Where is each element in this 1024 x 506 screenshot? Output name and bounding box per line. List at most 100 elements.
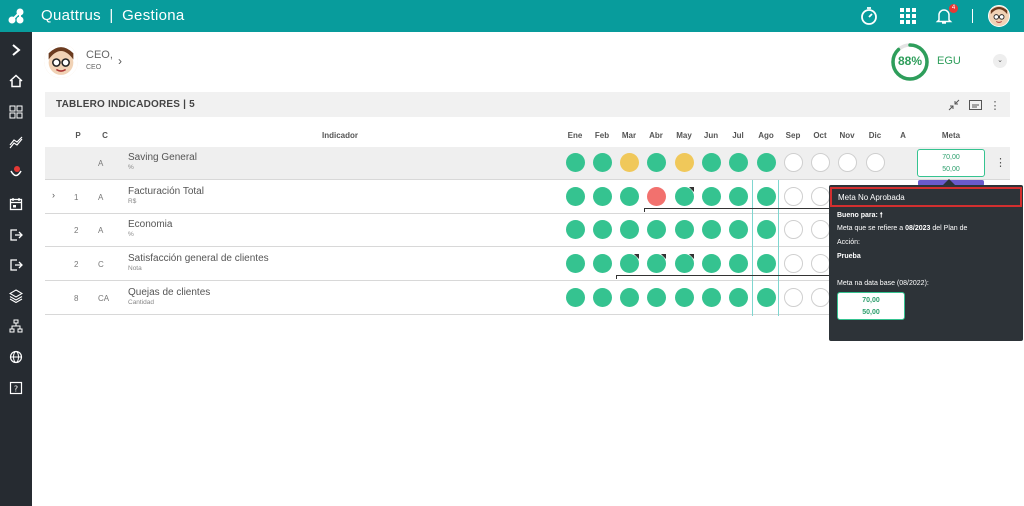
- status-dot-jun[interactable]: [701, 187, 721, 206]
- status-dot-may[interactable]: [674, 220, 694, 239]
- help-icon[interactable]: ?: [8, 380, 24, 396]
- status-dot-ago[interactable]: [756, 187, 776, 206]
- status-dot-abr[interactable]: [646, 153, 666, 172]
- quattrus-logo[interactable]: [0, 0, 32, 32]
- user-name: CEO,: [86, 49, 113, 61]
- col-header-p: P: [75, 131, 81, 140]
- more-options-icon[interactable]: ⋮: [988, 98, 1002, 112]
- status-dot-jun[interactable]: [701, 220, 721, 239]
- notifications-bell-icon[interactable]: 4: [933, 4, 958, 27]
- status-dot-nov[interactable]: [837, 153, 857, 172]
- home-icon[interactable]: [8, 73, 24, 89]
- status-dot-ago[interactable]: [756, 288, 776, 307]
- chevron-down-icon[interactable]: ⌄: [993, 54, 1007, 68]
- status-dot-feb[interactable]: [592, 220, 612, 239]
- status-dot-feb[interactable]: [592, 187, 612, 206]
- status-dot-oct[interactable]: [810, 187, 830, 206]
- status-dot-may[interactable]: [674, 187, 694, 206]
- dashboard-icon[interactable]: [8, 104, 24, 120]
- status-dot-ago[interactable]: [756, 220, 776, 239]
- row-more-options-icon[interactable]: ⋮: [995, 156, 1006, 169]
- status-dot-may[interactable]: [674, 288, 694, 307]
- db-meta-top: 70,00: [862, 297, 880, 304]
- status-dot-jul[interactable]: [728, 288, 748, 307]
- status-dot-feb[interactable]: [592, 288, 612, 307]
- row-c: A: [98, 159, 104, 168]
- status-dot-oct[interactable]: [810, 220, 830, 239]
- status-dot-may[interactable]: [674, 153, 694, 172]
- module-name: Gestiona: [122, 7, 185, 24]
- meta-value-box[interactable]: 70,00 50,00: [917, 149, 985, 177]
- exit-icon[interactable]: [8, 227, 24, 243]
- status-dot-abr[interactable]: [646, 254, 666, 273]
- status-dot-ene[interactable]: [565, 153, 585, 172]
- status-dot-sep[interactable]: [783, 254, 803, 273]
- layers-icon[interactable]: [8, 288, 24, 304]
- trend-icon[interactable]: [8, 135, 24, 151]
- status-dot-sep[interactable]: [783, 288, 803, 307]
- expand-chevron-icon[interactable]: [8, 42, 24, 58]
- status-dot-ago[interactable]: [756, 254, 776, 273]
- status-dot-sep[interactable]: [783, 153, 803, 172]
- row-p: 1: [74, 193, 79, 202]
- stopwatch-icon[interactable]: [858, 5, 880, 27]
- subtitles-icon[interactable]: [968, 98, 982, 112]
- indicator-name[interactable]: Facturación Total: [128, 186, 204, 197]
- tooltip-arrow: [943, 179, 955, 185]
- status-dot-sep[interactable]: [783, 220, 803, 239]
- status-dot-mar[interactable]: [619, 220, 639, 239]
- status-dot-jun[interactable]: [701, 254, 721, 273]
- export-icon[interactable]: [8, 257, 24, 273]
- status-dot-jul[interactable]: [728, 187, 748, 206]
- status-dot-jul[interactable]: [728, 254, 748, 273]
- status-dot-jul[interactable]: [728, 220, 748, 239]
- status-dot-jul[interactable]: [728, 153, 748, 172]
- status-dot-abr[interactable]: [646, 220, 666, 239]
- alert-icon[interactable]: [8, 165, 24, 181]
- status-dot-ago[interactable]: [756, 153, 776, 172]
- status-dot-mar[interactable]: [619, 288, 639, 307]
- chevron-right-icon[interactable]: ›: [118, 54, 122, 68]
- indicator-name[interactable]: Quejas de clientes: [128, 287, 210, 298]
- status-dot-ene[interactable]: [565, 187, 585, 206]
- status-dot-jun[interactable]: [701, 288, 721, 307]
- status-dot-ene[interactable]: [565, 254, 585, 273]
- refers-period: 08/2023: [905, 225, 931, 232]
- row-p: 8: [74, 294, 79, 303]
- status-dot-mar[interactable]: [619, 254, 639, 273]
- status-dot-ene[interactable]: [565, 288, 585, 307]
- status-dot-oct[interactable]: [810, 153, 830, 172]
- indicator-unit: Cantidad: [128, 299, 155, 306]
- status-dot-abr[interactable]: [646, 187, 666, 206]
- status-dot-oct[interactable]: [810, 254, 830, 273]
- title-separator: |: [109, 7, 114, 24]
- status-dot-feb[interactable]: [592, 254, 612, 273]
- status-dot-may[interactable]: [674, 254, 694, 273]
- tooltip-db-label: Meta na data base (08/2022):: [837, 280, 929, 287]
- current-month-line: [752, 180, 753, 316]
- meta-bottom: 50,00: [942, 166, 960, 173]
- table-row[interactable]: A Saving General% 70,00 50,00 ⋮: [45, 147, 1010, 180]
- status-dot-ene[interactable]: [565, 220, 585, 239]
- status-dot-jun[interactable]: [701, 153, 721, 172]
- indicator-name[interactable]: Satisfacción general de clientes: [128, 253, 269, 264]
- indicator-name[interactable]: Saving General: [128, 152, 197, 163]
- status-dot-oct[interactable]: [810, 288, 830, 307]
- calendar-icon[interactable]: [8, 196, 24, 212]
- status-dot-dic[interactable]: [865, 153, 885, 172]
- row-p: 2: [74, 260, 79, 269]
- expand-row-icon[interactable]: ›: [52, 190, 55, 200]
- org-chart-icon[interactable]: [8, 318, 24, 334]
- status-dot-abr[interactable]: [646, 288, 666, 307]
- col-header-mar: Mar: [621, 131, 637, 140]
- globe-icon[interactable]: [8, 349, 24, 365]
- user-avatar[interactable]: [988, 5, 1010, 27]
- collapse-icon[interactable]: [947, 98, 961, 112]
- status-dot-mar[interactable]: [619, 187, 639, 206]
- score-label: EGU: [937, 55, 961, 67]
- apps-grid-icon[interactable]: [897, 5, 919, 27]
- status-dot-mar[interactable]: [619, 153, 639, 172]
- status-dot-feb[interactable]: [592, 153, 612, 172]
- status-dot-sep[interactable]: [783, 187, 803, 206]
- indicator-name[interactable]: Economia: [128, 219, 172, 230]
